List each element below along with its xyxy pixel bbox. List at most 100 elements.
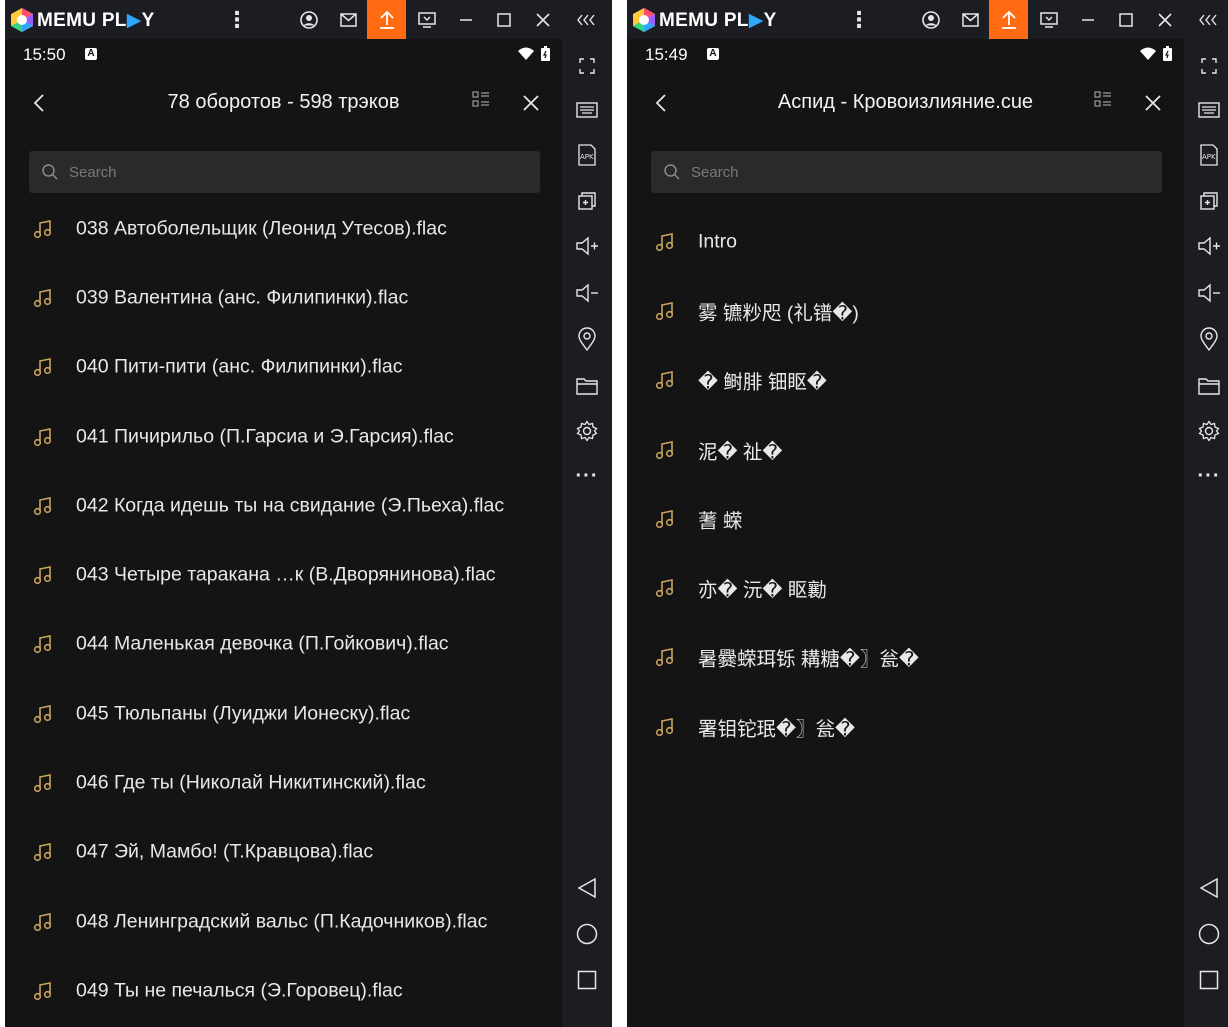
track-name: 040 Пити-пити (анс. Филипинки).flac (76, 355, 403, 378)
track-name: 亦� 沅� 眍勷 (698, 579, 827, 602)
track-item[interactable]: 044 Маленькая девочка (П.Гойкович).flac (5, 610, 562, 679)
maximize-icon[interactable] (486, 0, 522, 39)
page-title: Аспид - Кровоизлияние.cue (777, 91, 1034, 113)
track-item[interactable]: 038 Автоболельщик (Леонид Утесов).flac (5, 194, 562, 263)
screen-cast-icon[interactable] (1031, 0, 1067, 39)
notification-icon: A (85, 48, 97, 60)
track-item[interactable]: 046 Где ты (Николай Никитинский).flac (5, 748, 562, 817)
track-item[interactable]: 040 Пити-пити (анс. Филипинки).flac (5, 333, 562, 402)
memu-logo: MEMU PL▶Y (9, 7, 155, 33)
search-input[interactable] (69, 151, 529, 193)
search-input[interactable] (691, 151, 1151, 193)
android-home-icon[interactable] (574, 921, 600, 947)
track-item[interactable]: 047 Эй, Мамбо! (Т.Кравцова).flac (5, 818, 562, 887)
battery-icon (541, 46, 550, 61)
battery-icon (1163, 46, 1172, 61)
track-item[interactable]: 048 Ленинградский вальс (П.Кадочников).f… (5, 887, 562, 956)
svg-text:APK: APK (1202, 153, 1216, 161)
status-bar: 15:50 A (5, 39, 562, 69)
account-icon[interactable] (291, 0, 327, 39)
music-note-icon (33, 358, 52, 377)
more-icon[interactable]: ··· (574, 463, 600, 489)
music-note-icon (33, 635, 52, 654)
track-name: 雾 镳粆咫 (礼镨�) (698, 302, 859, 325)
search-box[interactable] (651, 151, 1162, 193)
music-note-icon (33, 566, 52, 585)
track-item[interactable]: 049 Ты не печалься (Э.Горовец).flac (5, 956, 562, 1025)
track-item[interactable]: 045 Тюльпаны (Луиджи Ионеску).flac (5, 679, 562, 748)
app-bar: Аспид - Кровоизлияние.cue (627, 69, 1184, 137)
memu-logo-text: MEMU PL▶Y (37, 9, 155, 31)
android-recents-icon[interactable] (574, 967, 600, 993)
close-icon[interactable] (525, 0, 561, 39)
music-note-icon (655, 579, 674, 598)
android-home-icon[interactable] (1196, 921, 1222, 947)
collapse-sidebar-icon[interactable] (569, 0, 605, 39)
keyboard-icon[interactable] (574, 97, 600, 123)
track-item[interactable]: 蓍 蝾 (627, 484, 1184, 553)
track-item[interactable]: 雾 镳粆咫 (礼镨�) (627, 276, 1184, 345)
settings-icon[interactable] (1196, 418, 1222, 444)
track-name: 039 Валентина (анс. Филипинки).flac (76, 286, 409, 309)
track-item[interactable]: 042 Когда идешь ты на свидание (Э.Пьеха)… (5, 471, 562, 540)
track-name: 047 Эй, Мамбо! (Т.Кравцова).flac (76, 840, 374, 863)
android-back-icon[interactable] (1196, 875, 1222, 901)
search-box[interactable] (29, 151, 540, 193)
volume-up-icon[interactable] (574, 233, 600, 259)
account-icon[interactable] (913, 0, 949, 39)
wifi-icon (518, 47, 534, 60)
track-item[interactable]: 亦� 沅� 眍勷 (627, 553, 1184, 622)
track-name: � 鲥腓 钿眍� (698, 371, 827, 394)
track-name: 049 Ты не печалься (Э.Горовец).flac (76, 979, 403, 1002)
close-panel-icon[interactable] (518, 90, 544, 116)
apk-icon[interactable]: APK (1196, 142, 1222, 168)
kebab-menu-icon[interactable]: ⋮ (841, 0, 877, 39)
multi-instance-icon[interactable] (574, 188, 600, 214)
kebab-menu-icon[interactable]: ⋮ (219, 0, 255, 39)
track-item[interactable]: 泥� 祉� (627, 415, 1184, 484)
mail-icon[interactable] (952, 0, 988, 39)
volume-down-icon[interactable] (574, 280, 600, 306)
android-back-icon[interactable] (574, 875, 600, 901)
folder-icon[interactable] (574, 373, 600, 399)
emulator-window-left: MEMU PL▶Y ⋮ 15:50 A 78 оборотов - 598 тр… (5, 0, 612, 1027)
collapse-sidebar-icon[interactable] (1191, 0, 1227, 39)
close-icon[interactable] (1147, 0, 1183, 39)
location-icon[interactable] (1196, 326, 1222, 352)
volume-up-icon[interactable] (1196, 233, 1222, 259)
back-arrow-icon[interactable] (27, 89, 51, 117)
maximize-icon[interactable] (1108, 0, 1144, 39)
track-item[interactable]: 041 Пичирильо (П.Гарсиа и Э.Гарсия).flac (5, 402, 562, 471)
view-mode-icon[interactable] (472, 91, 496, 115)
back-arrow-icon[interactable] (649, 89, 673, 117)
upload-icon[interactable] (989, 0, 1028, 39)
apk-icon[interactable]: APK (574, 142, 600, 168)
close-panel-icon[interactable] (1140, 90, 1166, 116)
settings-icon[interactable] (574, 418, 600, 444)
volume-down-icon[interactable] (1196, 280, 1222, 306)
location-icon[interactable] (574, 326, 600, 352)
track-item[interactable]: � 鲥腓 钿眍� (627, 346, 1184, 415)
upload-icon[interactable] (367, 0, 406, 39)
app-bar: 78 оборотов - 598 трэков (5, 69, 562, 137)
minimize-icon[interactable] (448, 0, 484, 39)
track-item[interactable]: 039 Валентина (анс. Филипинки).flac (5, 263, 562, 332)
notification-icon: A (707, 48, 719, 60)
more-icon[interactable]: ··· (1196, 463, 1222, 489)
fullscreen-icon[interactable] (574, 53, 600, 79)
multi-instance-icon[interactable] (1196, 188, 1222, 214)
screen-cast-icon[interactable] (409, 0, 445, 39)
track-item[interactable]: 043 Четыре таракана …к (В.Дворянинова).f… (5, 540, 562, 609)
android-recents-icon[interactable] (1196, 967, 1222, 993)
keyboard-icon[interactable] (1196, 97, 1222, 123)
track-list: 038 Автоболельщик (Леонид Утесов).flac 03… (5, 194, 562, 1026)
music-note-icon (33, 912, 52, 931)
minimize-icon[interactable] (1070, 0, 1106, 39)
track-item[interactable]: 署钼铊珉�〗瓮� (627, 692, 1184, 761)
track-item[interactable]: 暑爨蝾珥铄 耩糖�〗瓮� (627, 623, 1184, 692)
view-mode-icon[interactable] (1094, 91, 1118, 115)
mail-icon[interactable] (330, 0, 366, 39)
folder-icon[interactable] (1196, 373, 1222, 399)
fullscreen-icon[interactable] (1196, 53, 1222, 79)
track-item[interactable]: Intro (627, 207, 1184, 276)
